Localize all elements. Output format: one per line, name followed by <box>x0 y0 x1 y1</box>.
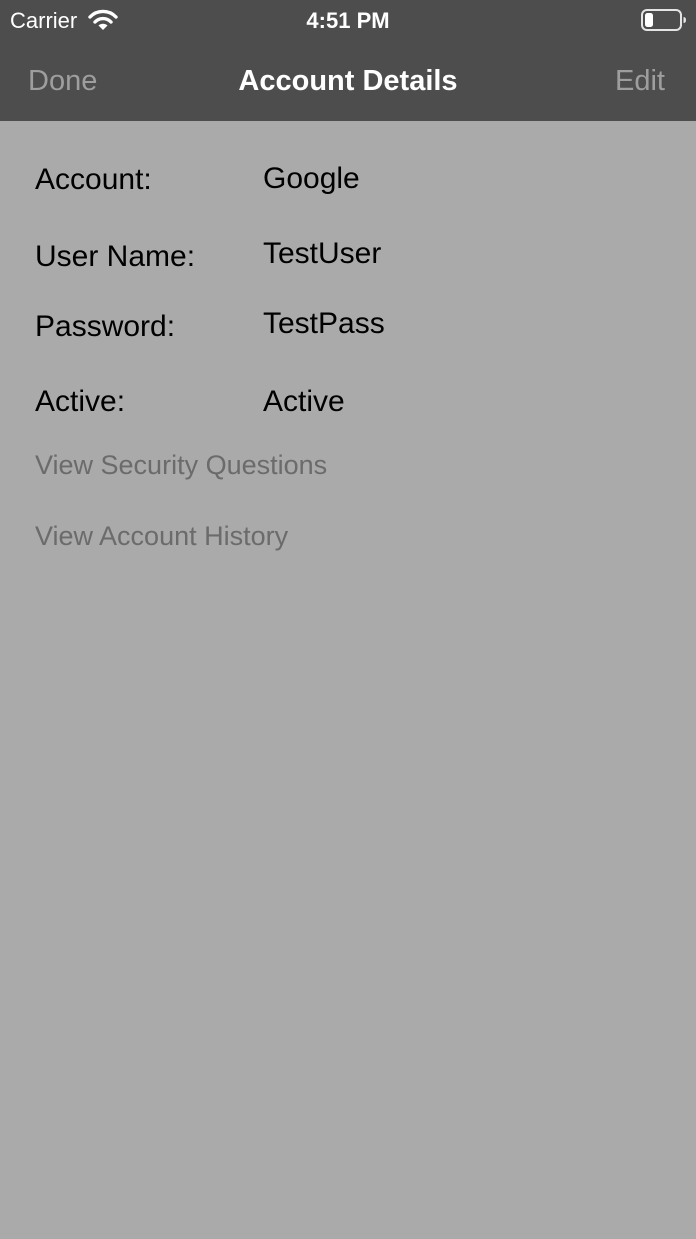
edit-button[interactable]: Edit <box>615 64 665 98</box>
password-value: TestPass <box>263 307 385 340</box>
page-title: Account Details <box>238 65 458 97</box>
account-details-content: Account: Google User Name: TestUser Pass… <box>0 121 696 1239</box>
navigation-bar: Done Account Details Edit <box>0 42 696 121</box>
battery-icon <box>641 9 686 31</box>
active-label: Active: <box>35 385 126 418</box>
account-value: Google <box>263 162 360 195</box>
view-account-history-link[interactable]: View Account History <box>35 520 288 552</box>
password-label: Password: <box>35 310 176 343</box>
status-time: 4:51 PM <box>306 8 390 33</box>
username-label: User Name: <box>35 240 196 273</box>
status-bar: Carrier 4:51 PM <box>0 0 696 42</box>
username-value: TestUser <box>263 237 382 270</box>
top-bar: Carrier 4:51 PM Done Account Details Edi… <box>0 0 696 121</box>
active-value: Active <box>263 385 345 418</box>
account-label: Account: <box>35 163 152 196</box>
view-security-questions-link[interactable]: View Security Questions <box>35 449 327 481</box>
